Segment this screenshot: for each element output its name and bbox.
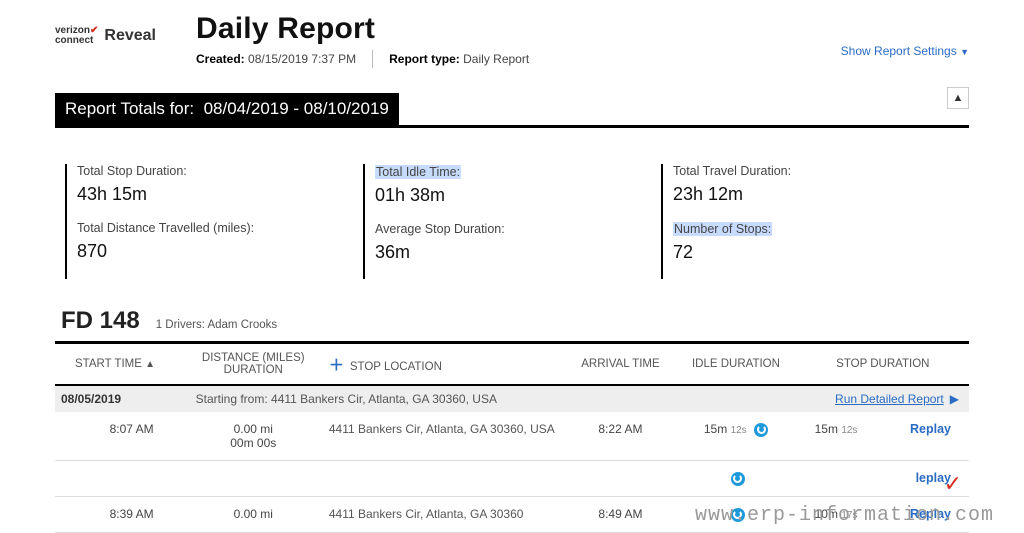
metric-value: 72 — [673, 242, 949, 263]
show-settings-link[interactable]: Show Report Settings ▼ — [841, 12, 969, 58]
col-stop-duration[interactable]: STOP DURATION — [797, 344, 969, 385]
run-detailed-report-link[interactable]: Run Detailed Report — [835, 392, 944, 406]
col-stop-location[interactable]: ＋STOP LOCATION — [323, 344, 566, 385]
brand-logo: verizon✔ connect Reveal — [55, 12, 156, 46]
metric-value: 43h 15m — [77, 184, 353, 205]
metric-label: Total Idle Time: — [375, 165, 461, 179]
table-row: leplay — [55, 461, 969, 497]
col-arrival[interactable]: ARRIVAL TIME — [566, 344, 676, 385]
metric-value: 36m — [375, 242, 651, 263]
idle-icon — [731, 472, 745, 486]
metric-label: Number of Stops: — [673, 222, 772, 236]
collapse-button[interactable]: ▲ — [947, 87, 969, 109]
replay-link[interactable]: Replay — [910, 422, 951, 436]
created-timestamp: 08/15/2019 7:37 PM — [248, 52, 356, 66]
metric-label: Total Distance Travelled (miles): — [77, 221, 353, 235]
vehicle-name: FD 148 — [61, 307, 140, 335]
metric-label: Total Stop Duration: — [77, 164, 353, 178]
expand-icon[interactable]: ＋ — [329, 357, 344, 374]
col-start-time[interactable]: START TIME ▲ — [55, 344, 184, 385]
sort-asc-icon: ▲ — [145, 359, 155, 370]
checkmark-icon: ✓ — [944, 471, 962, 497]
metric-value: 870 — [77, 241, 353, 262]
date-group-row: 08/05/2019 Starting from: 4411 Bankers C… — [55, 385, 969, 412]
report-type: Daily Report — [463, 52, 529, 66]
vehicle-driver: 1 Drivers: Adam Crooks — [156, 319, 277, 331]
metric-value: 23h 12m — [673, 184, 949, 205]
metric-label: Total Travel Duration: — [673, 164, 949, 178]
metric-label: Average Stop Duration: — [375, 222, 651, 236]
play-icon[interactable]: ▶ — [950, 392, 959, 406]
totals-header: Report Totals for: 08/04/2019 - 08/10/20… — [55, 93, 399, 125]
watermark: www.erp-information.com — [695, 504, 994, 527]
metric-value: 01h 38m — [375, 185, 651, 206]
table-row: 8:07 AM 0.00 mi00m 00s 4411 Bankers Cir,… — [55, 412, 969, 461]
page-title: Daily Report — [196, 12, 801, 46]
col-idle[interactable]: IDLE DURATION — [675, 344, 796, 385]
col-distance[interactable]: DISTANCE (MILES)DURATION — [184, 344, 323, 385]
idle-icon — [754, 423, 768, 437]
chevron-down-icon: ▼ — [960, 47, 969, 57]
